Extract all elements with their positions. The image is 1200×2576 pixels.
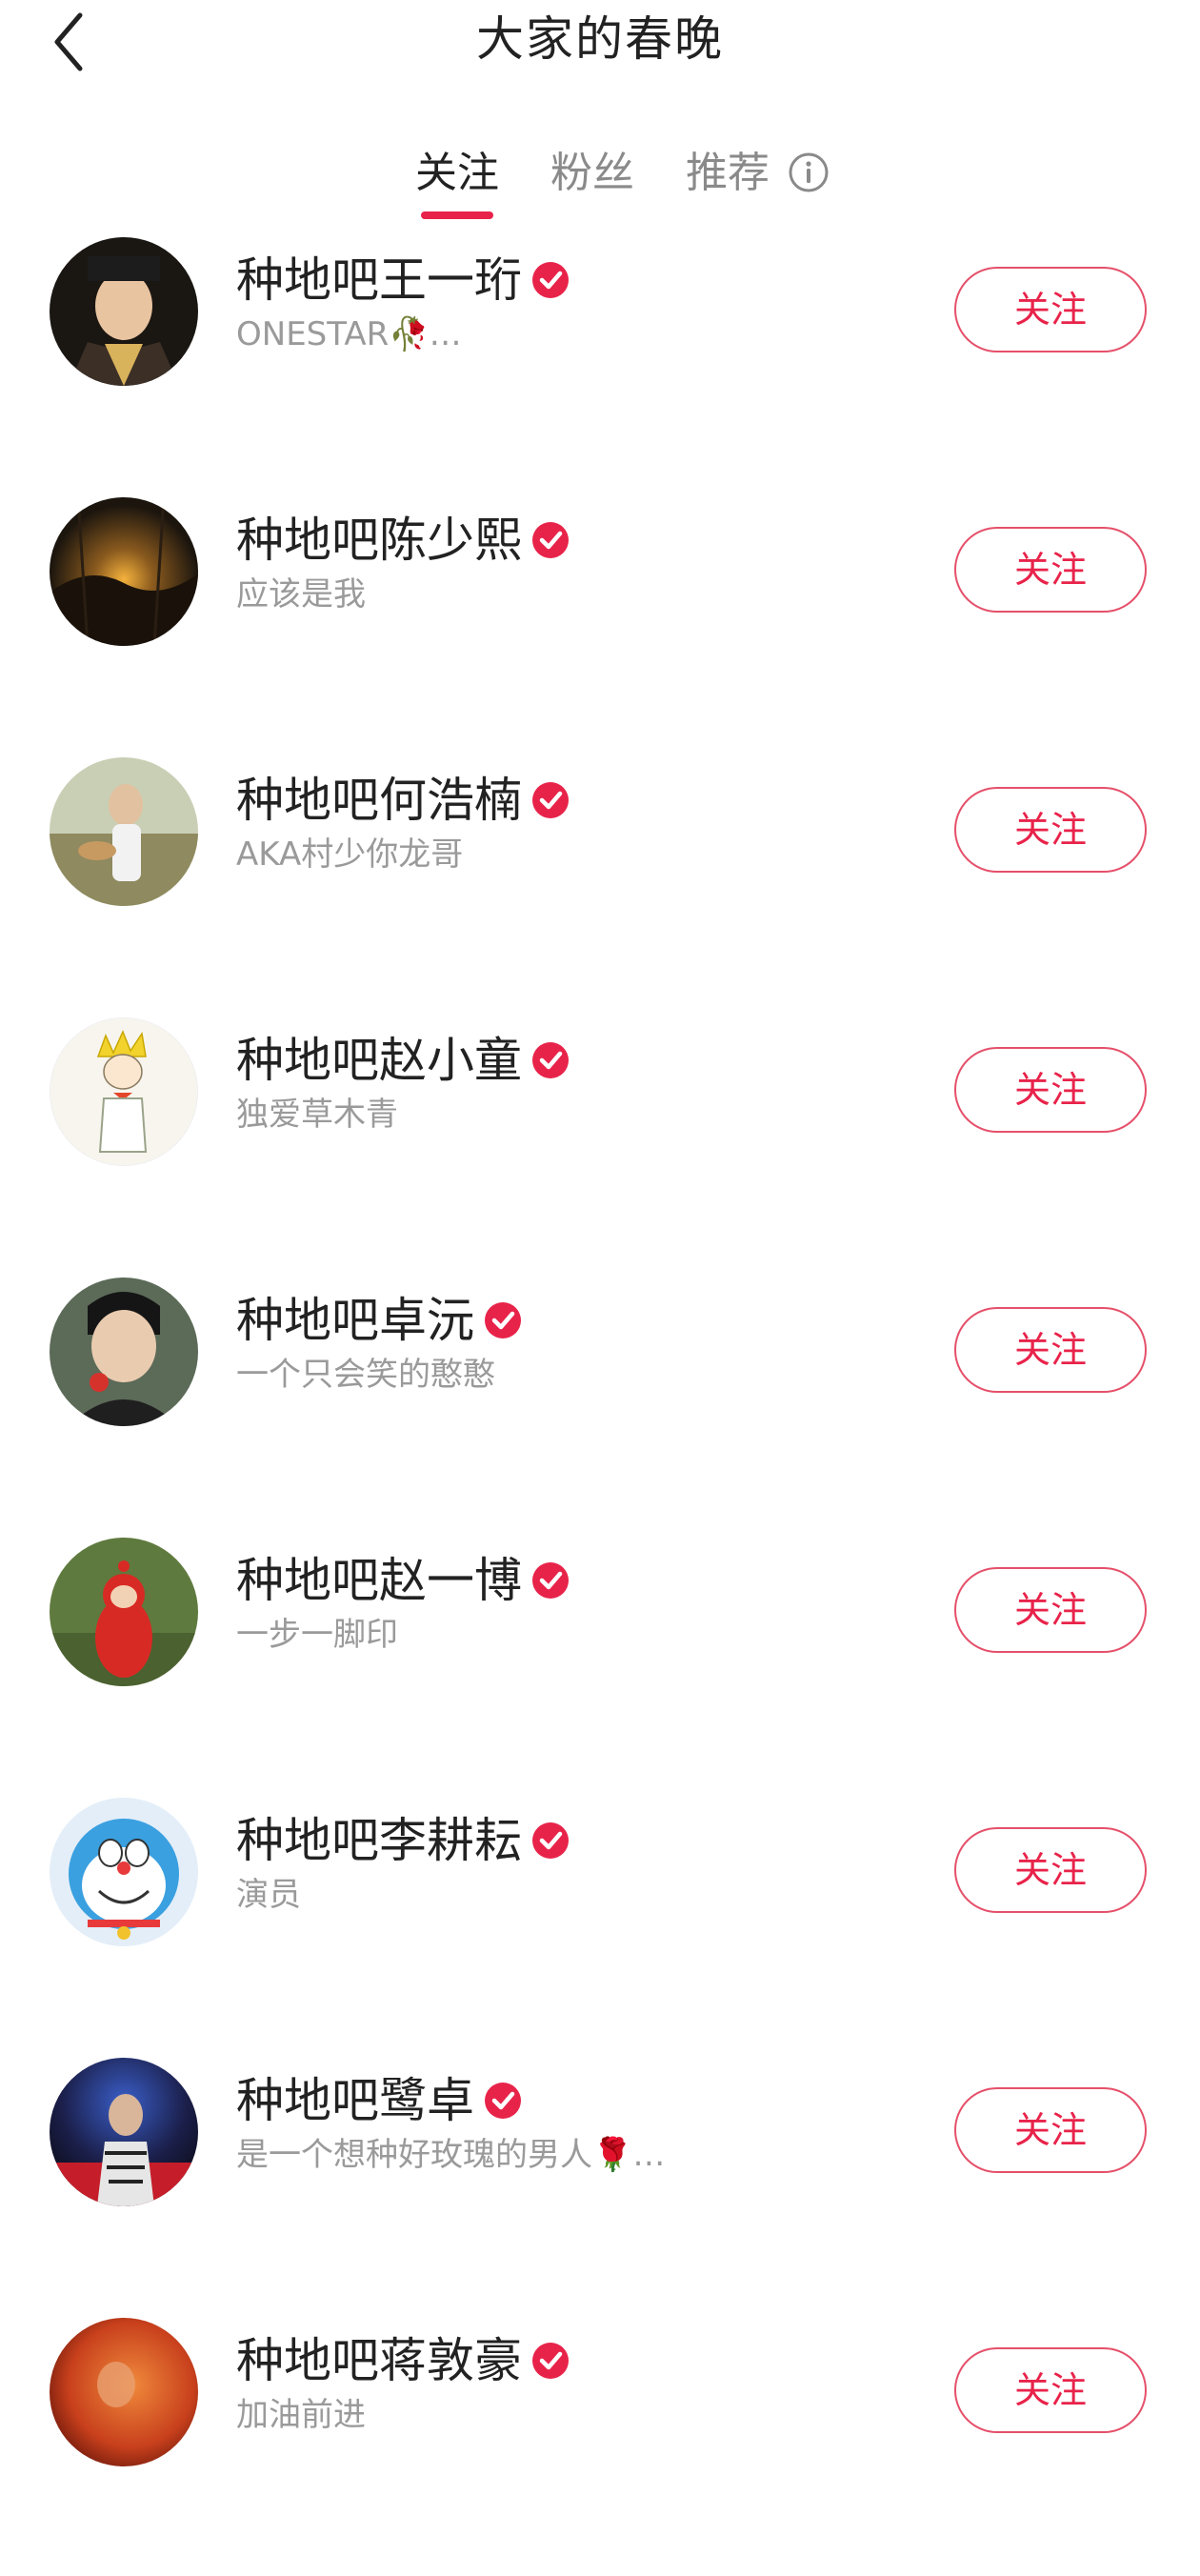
user-name-line: 种地吧王一珩 [236,249,570,312]
user-name[interactable]: 种地吧赵小童 [236,1029,522,1092]
info-icon[interactable] [787,151,830,194]
avatar[interactable] [50,2058,198,2206]
list-item[interactable]: 种地吧卓沅 一个只会笑的憨憨 关注 [0,1276,1200,1536]
user-name-line: 种地吧赵小童 [236,1029,570,1092]
page-title: 大家的春晚 [476,11,724,67]
user-name[interactable]: 种地吧鹭卓 [236,2069,474,2132]
list-item[interactable]: 种地吧蒋敦豪 加油前进 关注 [0,2316,1200,2576]
user-name-line: 种地吧何浩楠 [236,769,570,832]
user-bio: 一个只会笑的憨憨 [236,1356,495,1394]
follow-button[interactable]: 关注 [954,2087,1147,2173]
follow-button[interactable]: 关注 [954,267,1147,352]
user-name-line: 种地吧陈少熙 [236,509,570,572]
follow-button[interactable]: 关注 [954,1307,1147,1393]
verified-badge-icon [485,1302,521,1338]
verified-badge-icon [532,1562,569,1599]
avatar[interactable] [50,2318,198,2466]
user-name-line: 种地吧赵一博 [236,1549,570,1612]
follow-button[interactable]: 关注 [954,1827,1147,1913]
verified-badge-icon [485,2083,521,2119]
tab-following[interactable]: 关注 [415,143,499,204]
user-bio: ONESTAR🥀… [236,315,462,353]
avatar[interactable] [50,1017,198,1166]
avatar[interactable] [50,237,198,386]
user-name[interactable]: 种地吧何浩楠 [236,769,522,832]
user-bio: 独爱草木青 [236,1096,398,1134]
tab-bar: 关注 粉丝 推荐 [0,143,1200,219]
tab-recommend[interactable]: 推荐 [686,143,770,204]
verified-badge-icon [532,262,569,298]
user-bio: 应该是我 [236,575,366,614]
user-name[interactable]: 种地吧陈少熙 [236,509,522,572]
user-bio: 演员 [236,1876,301,1914]
follow-button[interactable]: 关注 [954,1567,1147,1653]
user-name-line: 种地吧蒋敦豪 [236,2329,570,2392]
user-name-line: 种地吧卓沅 [236,1289,522,1352]
verified-badge-icon [532,1822,569,1859]
list-item[interactable]: 种地吧王一珩 ONESTAR🥀… 关注 [0,235,1200,495]
avatar[interactable] [50,757,198,906]
avatar[interactable] [50,497,198,646]
user-name[interactable]: 种地吧赵一博 [236,1549,522,1612]
user-bio: 是一个想种好玫瑰的男人🌹… [236,2136,666,2174]
list-item[interactable]: 种地吧陈少熙 应该是我 关注 [0,495,1200,755]
follow-button[interactable]: 关注 [954,787,1147,873]
verified-badge-icon [532,522,569,558]
verified-badge-icon [532,2343,569,2379]
follow-button[interactable]: 关注 [954,527,1147,613]
avatar[interactable] [50,1278,198,1426]
avatar[interactable] [50,1538,198,1686]
follow-button[interactable]: 关注 [954,2347,1147,2433]
active-tab-indicator [421,211,493,219]
list-item[interactable]: 种地吧何浩楠 AKA村少你龙哥 关注 [0,755,1200,1016]
list-item[interactable]: 种地吧鹭卓 是一个想种好玫瑰的男人🌹… 关注 [0,2056,1200,2316]
avatar[interactable] [50,1798,198,1946]
user-name[interactable]: 种地吧王一珩 [236,249,522,312]
user-bio: 加油前进 [236,2396,366,2434]
list-item[interactable]: 种地吧李耕耘 演员 关注 [0,1796,1200,2056]
verified-badge-icon [532,1042,569,1078]
verified-badge-icon [532,782,569,818]
user-name[interactable]: 种地吧卓沅 [236,1289,474,1352]
user-name[interactable]: 种地吧蒋敦豪 [236,2329,522,2392]
header: 大家的春晚 [0,0,1200,114]
user-name[interactable]: 种地吧李耕耘 [236,1809,522,1872]
tab-fans[interactable]: 粉丝 [550,143,634,204]
list-item[interactable]: 种地吧赵一博 一步一脚印 关注 [0,1536,1200,1796]
follow-button[interactable]: 关注 [954,1047,1147,1133]
user-name-line: 种地吧李耕耘 [236,1809,570,1872]
user-bio: AKA村少你龙哥 [236,835,464,874]
user-bio: 一步一脚印 [236,1616,398,1654]
user-name-line: 种地吧鹭卓 [236,2069,522,2132]
list-item[interactable]: 种地吧赵小童 独爱草木青 关注 [0,1016,1200,1276]
